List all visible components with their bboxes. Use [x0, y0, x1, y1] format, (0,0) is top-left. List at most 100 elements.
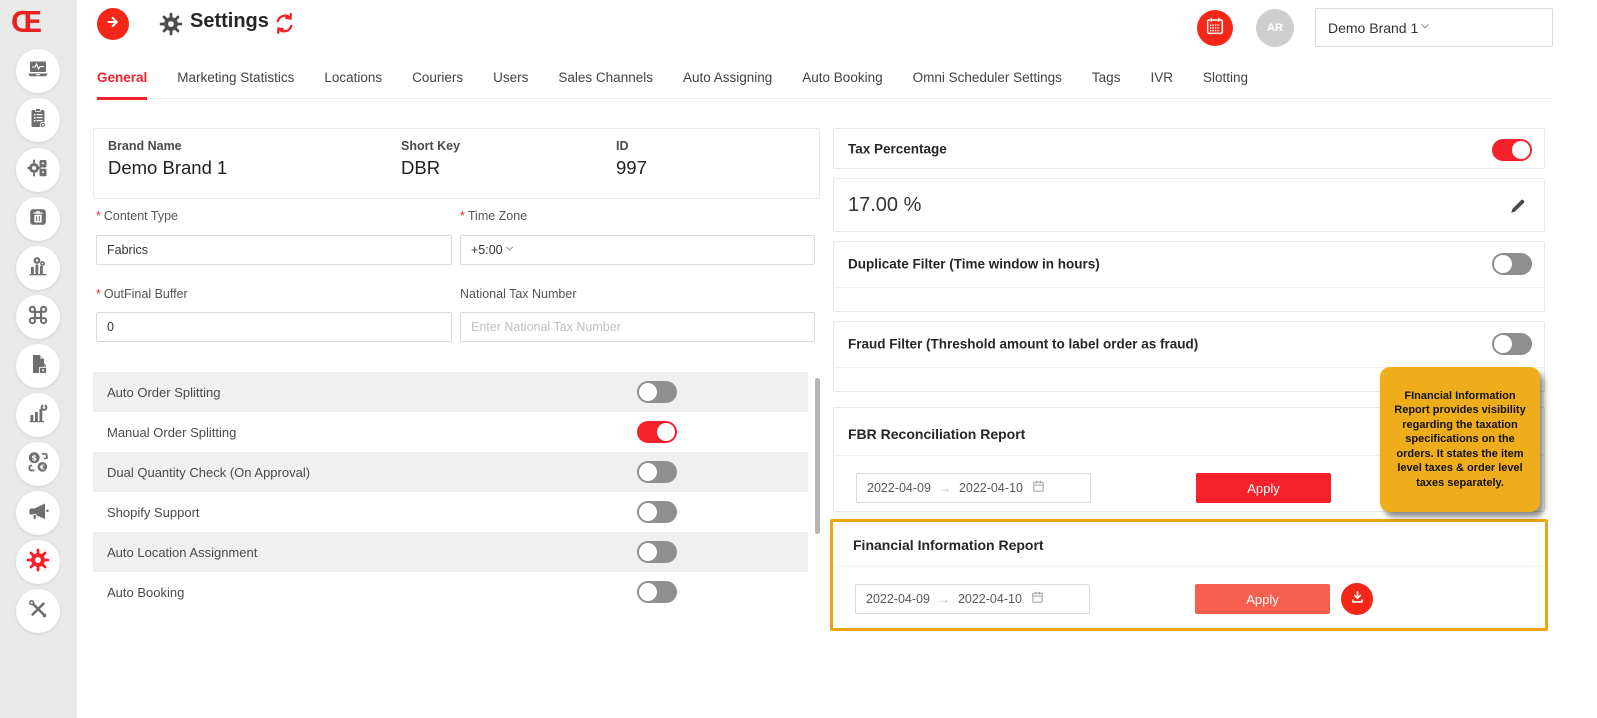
tab-ivr[interactable]: IVR [1150, 60, 1173, 98]
chevron-down-icon [503, 242, 516, 258]
sidebar-item-marketing[interactable] [16, 491, 60, 535]
refresh-icon[interactable] [273, 12, 296, 40]
tab-slotting[interactable]: Slotting [1203, 60, 1248, 98]
tab-sales-channels[interactable]: Sales Channels [558, 60, 653, 98]
id-field: ID 997 [616, 139, 647, 179]
tab-auto-assigning[interactable]: Auto Assigning [683, 60, 772, 98]
brand-selector-dropdown[interactable]: Demo Brand 1 [1315, 8, 1553, 47]
sidebar-item-trash[interactable] [16, 197, 60, 241]
calendar-small-icon [1031, 479, 1046, 497]
fbr-report-title: FBR Reconciliation Report [848, 426, 1025, 442]
financial-report-card: Financial Information Report 2022-04-09 … [830, 519, 1548, 631]
manual-order-splitting-toggle[interactable] [637, 421, 677, 443]
toggle-list-scrollbar[interactable] [815, 378, 820, 534]
shopify-support-toggle[interactable] [637, 501, 677, 523]
sidebar-item-analytics-automation[interactable] [16, 246, 60, 290]
arrow-right-icon [104, 13, 122, 36]
national-tax-number-label: National Tax Number [460, 287, 577, 301]
settings-page: Œ $€ [0, 0, 1597, 718]
time-zone-label: *Time Zone [460, 209, 527, 223]
auto-location-assignment-toggle[interactable] [637, 541, 677, 563]
auto-booking-toggle[interactable] [637, 581, 677, 603]
tab-omni-scheduler-settings[interactable]: Omni Scheduler Settings [913, 60, 1062, 98]
sidebar-item-currency-exchange[interactable]: $€ [16, 442, 60, 486]
fbr-date-range-picker[interactable]: 2022-04-09 2022-04-10 [856, 473, 1091, 503]
toggle-row-manual-order-splitting: Manual Order Splitting [93, 412, 808, 452]
user-avatar[interactable]: AR [1256, 9, 1294, 47]
tab-general[interactable]: General [97, 60, 147, 98]
gear-cabinet-icon [26, 156, 50, 185]
sidebar-item-report-tools[interactable] [16, 393, 60, 437]
id-value: 997 [616, 157, 647, 179]
auto-order-splitting-toggle[interactable] [637, 381, 677, 403]
edit-pencil-icon[interactable] [1508, 196, 1528, 221]
sidebar-item-tools[interactable] [16, 589, 60, 633]
short-key-label: Short Key [401, 139, 460, 153]
brand-selector-value: Demo Brand 1 [1328, 20, 1418, 36]
tax-percentage-label: Tax Percentage [848, 141, 947, 156]
short-key-value: DBR [401, 157, 460, 179]
app-logo[interactable]: Œ [11, 4, 40, 40]
tax-value-card: 17.00 % [833, 178, 1545, 232]
svg-text:€: € [39, 462, 45, 471]
toggle-label: Auto Location Assignment [107, 545, 257, 560]
settings-tabs: General Marketing Statistics Locations C… [97, 60, 1553, 99]
sidebar: Œ $€ [0, 0, 77, 718]
duplicate-filter-label: Duplicate Filter (Time window in hours) [848, 257, 1100, 272]
time-zone-select[interactable]: +5:00 [460, 235, 815, 265]
content-type-input[interactable] [96, 235, 452, 265]
currency-exchange-icon: $€ [25, 449, 51, 480]
sidebar-item-orders[interactable] [16, 98, 60, 142]
brand-name-field: Brand Name Demo Brand 1 [108, 139, 227, 179]
settings-gear-header-icon [158, 11, 184, 42]
tab-marketing-statistics[interactable]: Marketing Statistics [177, 60, 294, 98]
short-key-field: Short Key DBR [401, 139, 460, 179]
toggle-row-auto-order-splitting: Auto Order Splitting [93, 372, 808, 412]
sidebar-item-document-security[interactable] [16, 344, 60, 388]
settings-gear-icon [25, 547, 51, 578]
brand-info-card: Brand Name Demo Brand 1 Short Key DBR ID… [93, 128, 820, 199]
tax-percentage-toggle[interactable] [1492, 139, 1532, 161]
financial-date-range-picker[interactable]: 2022-04-09 2022-04-10 [855, 584, 1090, 614]
national-tax-number-input[interactable] [460, 312, 815, 342]
dual-quantity-check-toggle[interactable] [637, 461, 677, 483]
duplicate-filter-toggle[interactable] [1492, 253, 1532, 275]
tab-tags[interactable]: Tags [1092, 60, 1121, 98]
financial-apply-button[interactable]: Apply [1195, 584, 1330, 614]
sidebar-item-processing[interactable] [16, 148, 60, 192]
sidebar-item-dashboard[interactable] [16, 49, 60, 93]
toggle-label: Auto Booking [107, 585, 184, 600]
feature-toggle-list: Auto Order Splitting Manual Order Splitt… [93, 372, 808, 612]
calendar-button[interactable] [1197, 10, 1233, 46]
tab-auto-booking[interactable]: Auto Booking [802, 60, 882, 98]
tab-users[interactable]: Users [493, 60, 528, 98]
calendar-small-icon [1030, 590, 1045, 608]
toggle-label: Shopify Support [107, 505, 200, 520]
toggle-row-dual-quantity-check: Dual Quantity Check (On Approval) [93, 452, 808, 492]
sidebar-item-command[interactable] [16, 295, 60, 339]
outfinal-buffer-input[interactable] [96, 312, 452, 342]
date-range-arrow-icon [938, 592, 950, 606]
tab-locations[interactable]: Locations [324, 60, 382, 98]
financial-download-button[interactable] [1341, 583, 1373, 615]
trash-icon [27, 206, 49, 233]
analytics-gears-icon [26, 254, 50, 283]
id-label: ID [616, 139, 647, 153]
toggle-label: Manual Order Splitting [107, 425, 236, 440]
outfinal-buffer-label: *OutFinal Buffer [96, 287, 188, 301]
divider [834, 287, 1544, 288]
toggle-row-auto-location-assignment: Auto Location Assignment [93, 532, 808, 572]
order-clipboard-icon [26, 106, 50, 135]
fraud-filter-toggle[interactable] [1492, 333, 1532, 355]
chevron-down-icon [1418, 19, 1432, 36]
time-zone-value: +5:00 [471, 243, 503, 257]
fbr-apply-button[interactable]: Apply [1196, 473, 1331, 503]
date-to: 2022-04-10 [958, 592, 1022, 606]
toggle-label: Auto Order Splitting [107, 385, 220, 400]
financial-report-tooltip: FInancial Information Report provides vi… [1380, 367, 1540, 512]
date-from: 2022-04-09 [867, 481, 931, 495]
tab-couriers[interactable]: Couriers [412, 60, 463, 98]
sidebar-expand-button[interactable] [97, 8, 129, 40]
sidebar-item-settings[interactable] [16, 540, 60, 584]
financial-report-title: Financial Information Report [853, 537, 1044, 553]
